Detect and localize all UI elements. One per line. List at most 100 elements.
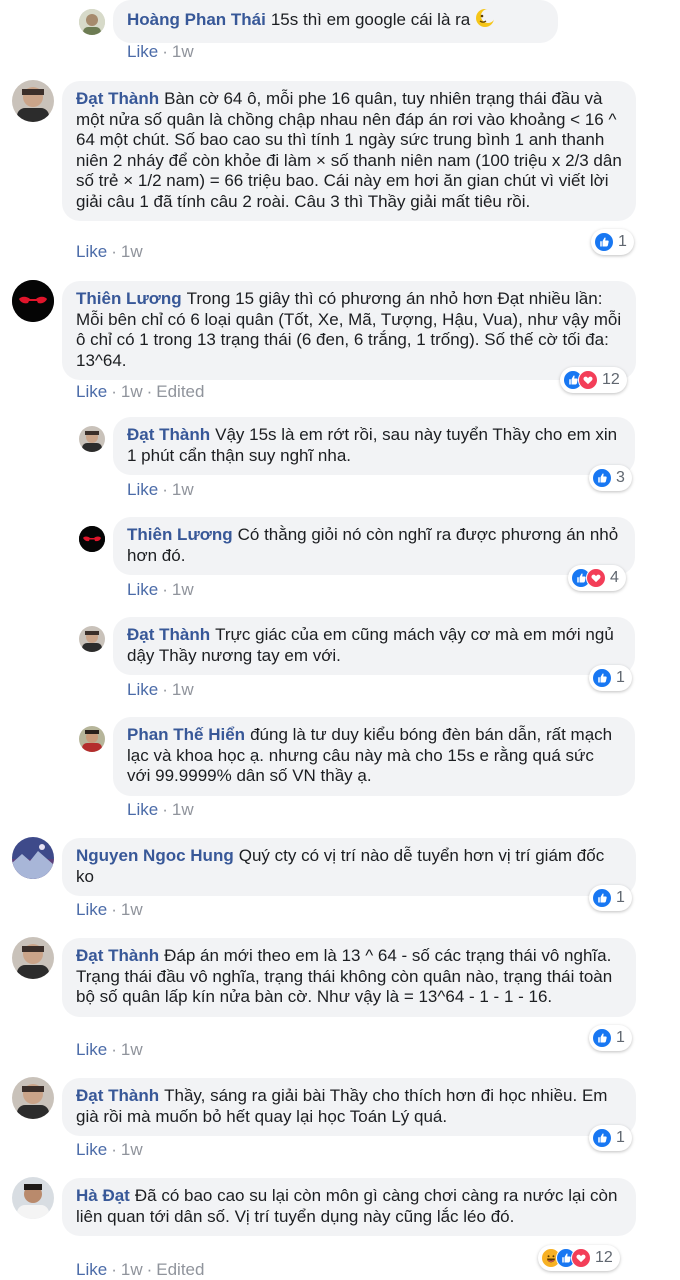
reaction-summary[interactable]: 1 bbox=[589, 665, 632, 691]
edited-label[interactable]: Edited bbox=[156, 1260, 204, 1279]
comment-author[interactable]: Đạt Thành bbox=[76, 1086, 159, 1105]
comment-bubble: Đạt Thành Đáp án mới theo em là 13 ^ 64 -… bbox=[62, 938, 636, 1017]
timestamp[interactable]: 1w bbox=[121, 1260, 143, 1279]
comment-bubble: Phan Thế Hiển đúng là tư duy kiểu bóng đè… bbox=[113, 717, 635, 796]
separator: · bbox=[111, 1040, 117, 1059]
like-link[interactable]: Like bbox=[76, 382, 107, 401]
avatar[interactable] bbox=[79, 626, 105, 652]
like-link[interactable]: Like bbox=[127, 42, 158, 61]
comment-bubble: Thiên Lương Có thằng giỏi nó còn nghĩ ra … bbox=[113, 517, 635, 575]
like-reaction-icon bbox=[592, 668, 612, 688]
separator: · bbox=[111, 242, 117, 261]
reaction-summary[interactable]: 12 bbox=[560, 367, 627, 393]
like-reaction-icon bbox=[592, 888, 612, 908]
comment-actions: Like · 1w bbox=[127, 42, 194, 62]
separator: · bbox=[111, 1140, 117, 1159]
comment-bubble: Đạt Thành Bàn cờ 64 ô, mỗi phe 16 quân, t… bbox=[62, 81, 636, 221]
avatar[interactable] bbox=[12, 80, 54, 122]
avatar-photo-icon bbox=[79, 726, 105, 752]
timestamp[interactable]: 1w bbox=[121, 1040, 143, 1059]
separator: · bbox=[111, 1260, 117, 1279]
separator: · bbox=[162, 42, 168, 61]
avatar[interactable] bbox=[79, 426, 105, 452]
comment-actions: Like · 1w bbox=[76, 242, 143, 262]
red-glasses-icon bbox=[79, 526, 105, 552]
comment-actions: Like · 1w bbox=[127, 580, 194, 600]
separator: · bbox=[111, 382, 117, 401]
like-link[interactable]: Like bbox=[76, 242, 107, 261]
comment-actions: Like · 1w bbox=[76, 1040, 143, 1060]
avatar[interactable] bbox=[79, 9, 105, 35]
timestamp[interactable]: 1w bbox=[121, 382, 143, 401]
timestamp[interactable]: 1w bbox=[121, 242, 143, 261]
separator: · bbox=[111, 900, 117, 919]
avatar-photo-icon bbox=[12, 80, 54, 122]
comment-actions: Like · 1w bbox=[127, 800, 194, 820]
comment-bubble: Đạt Thành Vậy 15s là em rớt rồi, sau này … bbox=[113, 417, 635, 475]
timestamp[interactable]: 1w bbox=[172, 480, 194, 499]
like-link[interactable]: Like bbox=[127, 800, 158, 819]
like-link[interactable]: Like bbox=[76, 1140, 107, 1159]
reaction-count: 12 bbox=[602, 371, 620, 388]
separator: · bbox=[162, 680, 168, 699]
reaction-summary[interactable]: 12 bbox=[538, 1245, 620, 1271]
comment-author[interactable]: Hà Đạt bbox=[76, 1186, 130, 1205]
reaction-count: 1 bbox=[616, 669, 625, 686]
reaction-summary[interactable]: 1 bbox=[589, 885, 632, 911]
timestamp[interactable]: 1w bbox=[172, 680, 194, 699]
avatar[interactable] bbox=[79, 726, 105, 752]
comment-text: 15s thì em google cái là ra bbox=[270, 10, 471, 29]
avatar-photo-icon bbox=[79, 426, 105, 452]
avatar-photo-icon bbox=[79, 9, 105, 35]
reaction-count: 12 bbox=[595, 1249, 613, 1266]
timestamp[interactable]: 1w bbox=[121, 900, 143, 919]
comment-author[interactable]: Thiên Lương bbox=[127, 525, 233, 544]
timestamp[interactable]: 1w bbox=[121, 1140, 143, 1159]
like-link[interactable]: Like bbox=[127, 580, 158, 599]
reaction-count: 1 bbox=[616, 1029, 625, 1046]
love-reaction-icon bbox=[586, 568, 606, 588]
avatar-photo-icon bbox=[12, 937, 54, 979]
love-reaction-icon bbox=[571, 1248, 591, 1268]
comment-actions: Like · 1w bbox=[127, 480, 194, 500]
love-reaction-icon bbox=[578, 370, 598, 390]
comment-author[interactable]: Thiên Lương bbox=[76, 289, 182, 308]
like-link[interactable]: Like bbox=[127, 480, 158, 499]
avatar[interactable] bbox=[12, 937, 54, 979]
like-link[interactable]: Like bbox=[127, 680, 158, 699]
comment-author[interactable]: Đạt Thành bbox=[76, 89, 159, 108]
reaction-summary[interactable]: 1 bbox=[589, 1025, 632, 1051]
like-reaction-icon bbox=[592, 468, 612, 488]
comment-bubble: Nguyen Ngoc Hung Quý cty có vị trí nào dễ… bbox=[62, 838, 636, 896]
reaction-summary[interactable]: 4 bbox=[568, 565, 626, 591]
reaction-summary[interactable]: 1 bbox=[591, 229, 634, 255]
comment-actions: Like · 1w bbox=[127, 680, 194, 700]
comment-author[interactable]: Hoàng Phan Thái bbox=[127, 10, 266, 29]
comment-author[interactable]: Đạt Thành bbox=[76, 946, 159, 965]
separator: · bbox=[162, 800, 168, 819]
avatar-photo-icon bbox=[12, 1077, 54, 1119]
avatar[interactable] bbox=[79, 526, 105, 552]
comment-author[interactable]: Nguyen Ngoc Hung bbox=[76, 846, 234, 865]
avatar-landscape-icon bbox=[12, 837, 54, 879]
avatar[interactable] bbox=[12, 837, 54, 879]
timestamp[interactable]: 1w bbox=[172, 42, 194, 61]
comment-author[interactable]: Đạt Thành bbox=[127, 425, 210, 444]
like-link[interactable]: Like bbox=[76, 1040, 107, 1059]
comment-author[interactable]: Đạt Thành bbox=[127, 625, 210, 644]
comment-author[interactable]: Phan Thế Hiển bbox=[127, 725, 245, 744]
comment-actions: Like · 1w · Edited bbox=[76, 382, 204, 402]
timestamp[interactable]: 1w bbox=[172, 800, 194, 819]
avatar-photo-icon bbox=[79, 626, 105, 652]
edited-label[interactable]: Edited bbox=[156, 382, 204, 401]
reaction-summary[interactable]: 3 bbox=[589, 465, 632, 491]
avatar[interactable] bbox=[12, 280, 54, 322]
timestamp[interactable]: 1w bbox=[172, 580, 194, 599]
like-link[interactable]: Like bbox=[76, 1260, 107, 1279]
avatar[interactable] bbox=[12, 1077, 54, 1119]
reaction-summary[interactable]: 1 bbox=[589, 1125, 632, 1151]
like-reaction-icon bbox=[592, 1128, 612, 1148]
like-reaction-icon bbox=[594, 232, 614, 252]
like-link[interactable]: Like bbox=[76, 900, 107, 919]
avatar[interactable] bbox=[12, 1177, 54, 1219]
